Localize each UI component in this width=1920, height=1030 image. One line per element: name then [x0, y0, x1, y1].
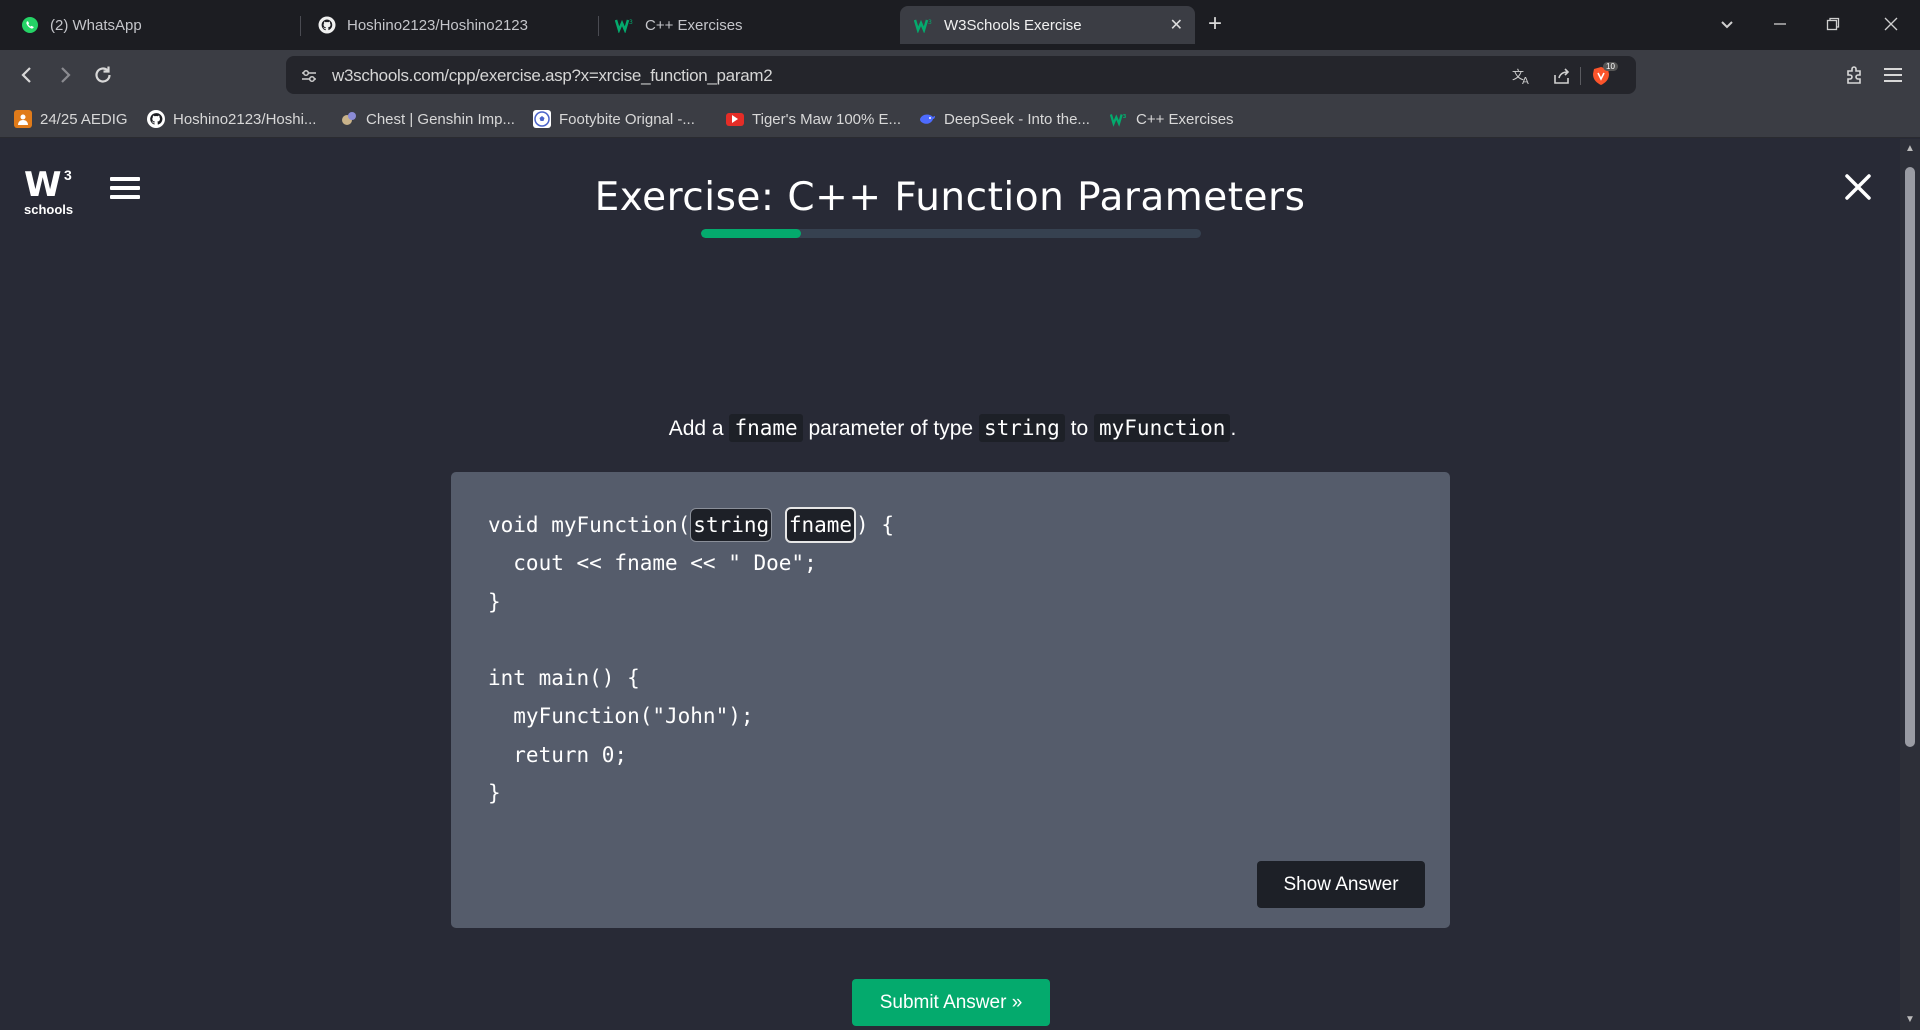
instruction-text: parameter of type [808, 417, 974, 440]
close-icon[interactable] [1840, 169, 1876, 205]
code-line: myFunction("John"); [488, 704, 754, 729]
svg-text:3: 3 [928, 19, 932, 26]
tab-label: Hoshino2123/Hoshino2123 [347, 16, 528, 34]
bookmark-label: DeepSeek - Into the... [944, 110, 1090, 128]
show-answer-button[interactable]: Show Answer [1257, 861, 1425, 908]
brave-shield-icon[interactable]: 10 [1590, 62, 1618, 87]
w3schools-icon: 3 [1110, 110, 1128, 128]
answer-input-param[interactable]: fname [784, 507, 857, 543]
tab-label: C++ Exercises [645, 16, 743, 34]
tab-bar: (2) WhatsApp Hoshino2123/Hoshino2123 3 C… [0, 0, 1920, 50]
code-text: ) { [856, 513, 894, 537]
back-icon[interactable] [14, 62, 40, 88]
bookmark-label: Chest | Genshin Imp... [366, 110, 515, 128]
code-line: cout << fname << " Doe"; [488, 551, 817, 576]
code-text: void myFunction( [488, 513, 691, 537]
url-text: w3schools.com/cpp/exercise.asp?x=xrcise_… [332, 66, 773, 85]
tab-cpp-exercises[interactable]: 3 C++ Exercises [601, 6, 891, 44]
page-viewport: W 3 schools Exercise: C++ Function Param… [0, 139, 1920, 1030]
bookmark-aedig[interactable]: 24/25 AEDIG [14, 109, 128, 129]
bookmarks-bar: 24/25 AEDIG Hoshino2123/Hoshi... Chest |… [0, 100, 1920, 138]
genshin-icon [340, 110, 358, 128]
svg-text:3: 3 [629, 19, 633, 26]
tab-divider [598, 16, 599, 36]
svg-text:A: A [1522, 76, 1529, 85]
bookmark-label: 24/25 AEDIG [40, 110, 128, 128]
person-icon [14, 110, 32, 128]
extension-badge: 10 [1603, 62, 1618, 71]
code-line: int main() { [488, 666, 640, 691]
minimize-icon[interactable] [1768, 12, 1792, 36]
github-icon [147, 110, 165, 128]
instruction-code: myFunction [1094, 414, 1231, 442]
bookmark-label: Footybite Orignal -... [559, 110, 695, 128]
code-exercise-panel: void myFunction(string fname) { cout << … [451, 472, 1450, 928]
address-bar[interactable]: w3schools.com/cpp/exercise.asp?x=xrcise_… [286, 56, 1636, 94]
tab-divider [300, 16, 301, 36]
tab-w3schools-exercise[interactable]: 3 W3Schools Exercise ✕ [900, 6, 1195, 44]
progress-fill [701, 229, 801, 238]
code-line: void myFunction(string fname) { [488, 506, 894, 544]
scroll-down-icon[interactable]: ▼ [1904, 1014, 1916, 1026]
exercise-instruction: Add a fname parameter of type string to … [0, 414, 1905, 442]
window-close-icon[interactable] [1879, 12, 1903, 36]
browser-toolbar: w3schools.com/cpp/exercise.asp?x=xrcise_… [0, 50, 1920, 100]
soccer-ball-icon [533, 110, 551, 128]
instruction-text: to [1070, 417, 1089, 440]
code-block: void myFunction(string fname) { cout << … [488, 506, 894, 812]
share-icon[interactable] [1551, 65, 1573, 87]
tab-github[interactable]: Hoshino2123/Hoshino2123 [303, 6, 593, 44]
bookmark-deepseek[interactable]: DeepSeek - Into the... [918, 109, 1090, 129]
code-line: } [488, 589, 501, 614]
reload-icon[interactable] [90, 62, 116, 88]
github-icon [317, 15, 337, 35]
tab-whatsapp[interactable]: (2) WhatsApp [6, 6, 296, 44]
tab-label: (2) WhatsApp [50, 16, 142, 34]
svg-text:3: 3 [1123, 114, 1127, 120]
youtube-icon [726, 112, 744, 126]
tab-close-icon[interactable]: ✕ [1170, 15, 1183, 35]
code-line: return 0; [488, 742, 628, 767]
instruction-text: Add a [668, 417, 724, 440]
deepseek-whale-icon [918, 110, 936, 128]
bookmark-github[interactable]: Hoshino2123/Hoshi... [147, 109, 316, 129]
scroll-up-icon[interactable]: ▲ [1904, 143, 1916, 155]
tab-search-chevron-icon[interactable] [1715, 12, 1739, 36]
submit-answer-button[interactable]: Submit Answer » [852, 979, 1050, 1026]
extensions-icon[interactable] [1842, 62, 1868, 88]
site-settings-icon[interactable] [298, 65, 320, 87]
bookmark-cpp-exercises[interactable]: 3 C++ Exercises [1110, 109, 1234, 129]
forward-icon[interactable] [52, 62, 78, 88]
page-scrollbar[interactable]: ▲ ▼ [1900, 139, 1920, 1030]
scrollbar-thumb[interactable] [1905, 167, 1915, 747]
browser-menu-icon[interactable] [1880, 62, 1906, 88]
omnibox-divider [1580, 67, 1581, 85]
translate-icon[interactable]: 文A [1511, 65, 1533, 87]
bookmark-youtube[interactable]: Tiger's Maw 100% E... [726, 109, 901, 129]
instruction-code: string [978, 414, 1065, 442]
bookmark-footybite[interactable]: Footybite Orignal -... [533, 109, 695, 129]
bookmark-genshin[interactable]: Chest | Genshin Imp... [340, 109, 515, 129]
exercise-progress-bar [701, 229, 1201, 238]
whatsapp-icon [20, 15, 40, 35]
w3schools-icon: 3 [615, 15, 635, 35]
instruction-code: fname [729, 414, 803, 442]
page-title: Exercise: C++ Function Parameters [594, 175, 1306, 220]
tab-label: W3Schools Exercise [944, 16, 1082, 34]
answer-input-type[interactable]: string [690, 508, 773, 542]
bookmark-label: Tiger's Maw 100% E... [752, 110, 902, 128]
bookmark-label: C++ Exercises [1136, 110, 1234, 128]
code-line: } [488, 781, 501, 806]
instruction-text: . [1230, 417, 1237, 440]
w3schools-icon: 3 [914, 15, 934, 35]
restore-icon[interactable] [1821, 12, 1845, 36]
bookmark-label: Hoshino2123/Hoshi... [173, 110, 317, 128]
new-tab-button[interactable]: + [1208, 10, 1222, 38]
